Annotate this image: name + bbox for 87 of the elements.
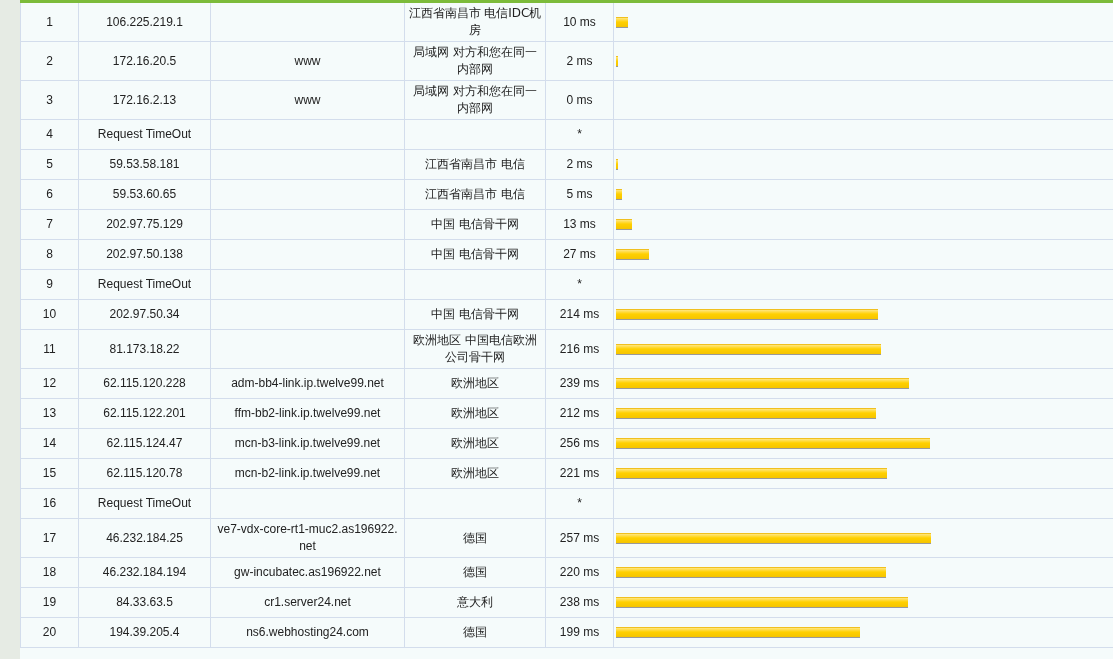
location: 意大利 — [404, 587, 546, 618]
ip-address: Request TimeOut — [78, 488, 211, 519]
location: 欧洲地区 — [404, 398, 546, 429]
location: 局域网 对方和您在同一内部网 — [404, 80, 546, 120]
hop-number: 14 — [20, 428, 79, 459]
ip-address: 62.115.124.47 — [78, 428, 211, 459]
ip-address: Request TimeOut — [78, 119, 211, 150]
ip-address: 202.97.50.138 — [78, 239, 211, 270]
hostname: mcn-b2-link.ip.twelve99.net — [210, 458, 405, 489]
hop-number: 10 — [20, 299, 79, 330]
latency: 214 ms — [545, 299, 614, 330]
latency: 10 ms — [545, 3, 614, 42]
hop-number: 4 — [20, 119, 79, 150]
ip-address: 202.97.75.129 — [78, 209, 211, 240]
location: 江西省南昌市 电信IDC机房 — [404, 3, 546, 42]
ip-address: 172.16.20.5 — [78, 41, 211, 81]
ip-address: 194.39.205.4 — [78, 617, 211, 648]
hop-number: 12 — [20, 368, 79, 399]
latency: 13 ms — [545, 209, 614, 240]
hostname: cr1.server24.net — [210, 587, 405, 618]
location: 欧洲地区 — [404, 428, 546, 459]
latency: 212 ms — [545, 398, 614, 429]
latency: 2 ms — [545, 149, 614, 180]
latency: 199 ms — [545, 617, 614, 648]
latency: 256 ms — [545, 428, 614, 459]
ip-address: Request TimeOut — [78, 269, 211, 300]
hostname: www — [210, 41, 405, 81]
hop-number: 8 — [20, 239, 79, 270]
hostname: ffm-bb2-link.ip.twelve99.net — [210, 398, 405, 429]
ip-address: 62.115.122.201 — [78, 398, 211, 429]
hostname: ns6.webhosting24.com — [210, 617, 405, 648]
ip-address: 59.53.60.65 — [78, 179, 211, 210]
hostname: gw-incubatec.as196922.net — [210, 557, 405, 588]
location: 德国 — [404, 518, 546, 558]
hop-number: 9 — [20, 269, 79, 300]
latency: 5 ms — [545, 179, 614, 210]
hop-number: 17 — [20, 518, 79, 558]
hop-number: 1 — [20, 3, 79, 42]
ip-address: 106.225.219.1 — [78, 3, 211, 42]
hop-number: 6 — [20, 179, 79, 210]
location: 德国 — [404, 617, 546, 648]
latency: 216 ms — [545, 329, 614, 369]
latency: * — [545, 269, 614, 300]
hostname: mcn-b3-link.ip.twelve99.net — [210, 428, 405, 459]
latency: 221 ms — [545, 458, 614, 489]
hostname: ve7-vdx-core-rt1-muc2.as196922.net — [210, 518, 405, 558]
hop-number: 20 — [20, 617, 79, 648]
ip-address: 46.232.184.194 — [78, 557, 211, 588]
latency: * — [545, 488, 614, 519]
location: 德国 — [404, 557, 546, 588]
hostname: adm-bb4-link.ip.twelve99.net — [210, 368, 405, 399]
ip-address: 46.232.184.25 — [78, 518, 211, 558]
location: 中国 电信骨干网 — [404, 209, 546, 240]
location: 欧洲地区 — [404, 458, 546, 489]
hop-number: 18 — [20, 557, 79, 588]
hop-number: 13 — [20, 398, 79, 429]
hop-number: 15 — [20, 458, 79, 489]
location: 中国 电信骨干网 — [404, 239, 546, 270]
location: 欧洲地区 中国电信欧洲公司骨干网 — [404, 329, 546, 369]
hop-number: 16 — [20, 488, 79, 519]
hop-number: 19 — [20, 587, 79, 618]
location: 中国 电信骨干网 — [404, 299, 546, 330]
latency: 220 ms — [545, 557, 614, 588]
latency: 238 ms — [545, 587, 614, 618]
location: 局域网 对方和您在同一内部网 — [404, 41, 546, 81]
hop-number: 5 — [20, 149, 79, 180]
ip-address: 172.16.2.13 — [78, 80, 211, 120]
ip-address: 202.97.50.34 — [78, 299, 211, 330]
ip-address: 59.53.58.181 — [78, 149, 211, 180]
location: 江西省南昌市 电信 — [404, 179, 546, 210]
hop-number: 3 — [20, 80, 79, 120]
hop-number: 11 — [20, 329, 79, 369]
hop-number: 7 — [20, 209, 79, 240]
ip-address: 81.173.18.22 — [78, 329, 211, 369]
ip-address: 62.115.120.78 — [78, 458, 211, 489]
latency: 257 ms — [545, 518, 614, 558]
latency: 27 ms — [545, 239, 614, 270]
ip-address: 84.33.63.5 — [78, 587, 211, 618]
location: 江西省南昌市 电信 — [404, 149, 546, 180]
latency: 2 ms — [545, 41, 614, 81]
latency: * — [545, 119, 614, 150]
hostname: www — [210, 80, 405, 120]
latency: 239 ms — [545, 368, 614, 399]
latency: 0 ms — [545, 80, 614, 120]
hop-number: 2 — [20, 41, 79, 81]
location: 欧洲地区 — [404, 368, 546, 399]
ip-address: 62.115.120.228 — [78, 368, 211, 399]
